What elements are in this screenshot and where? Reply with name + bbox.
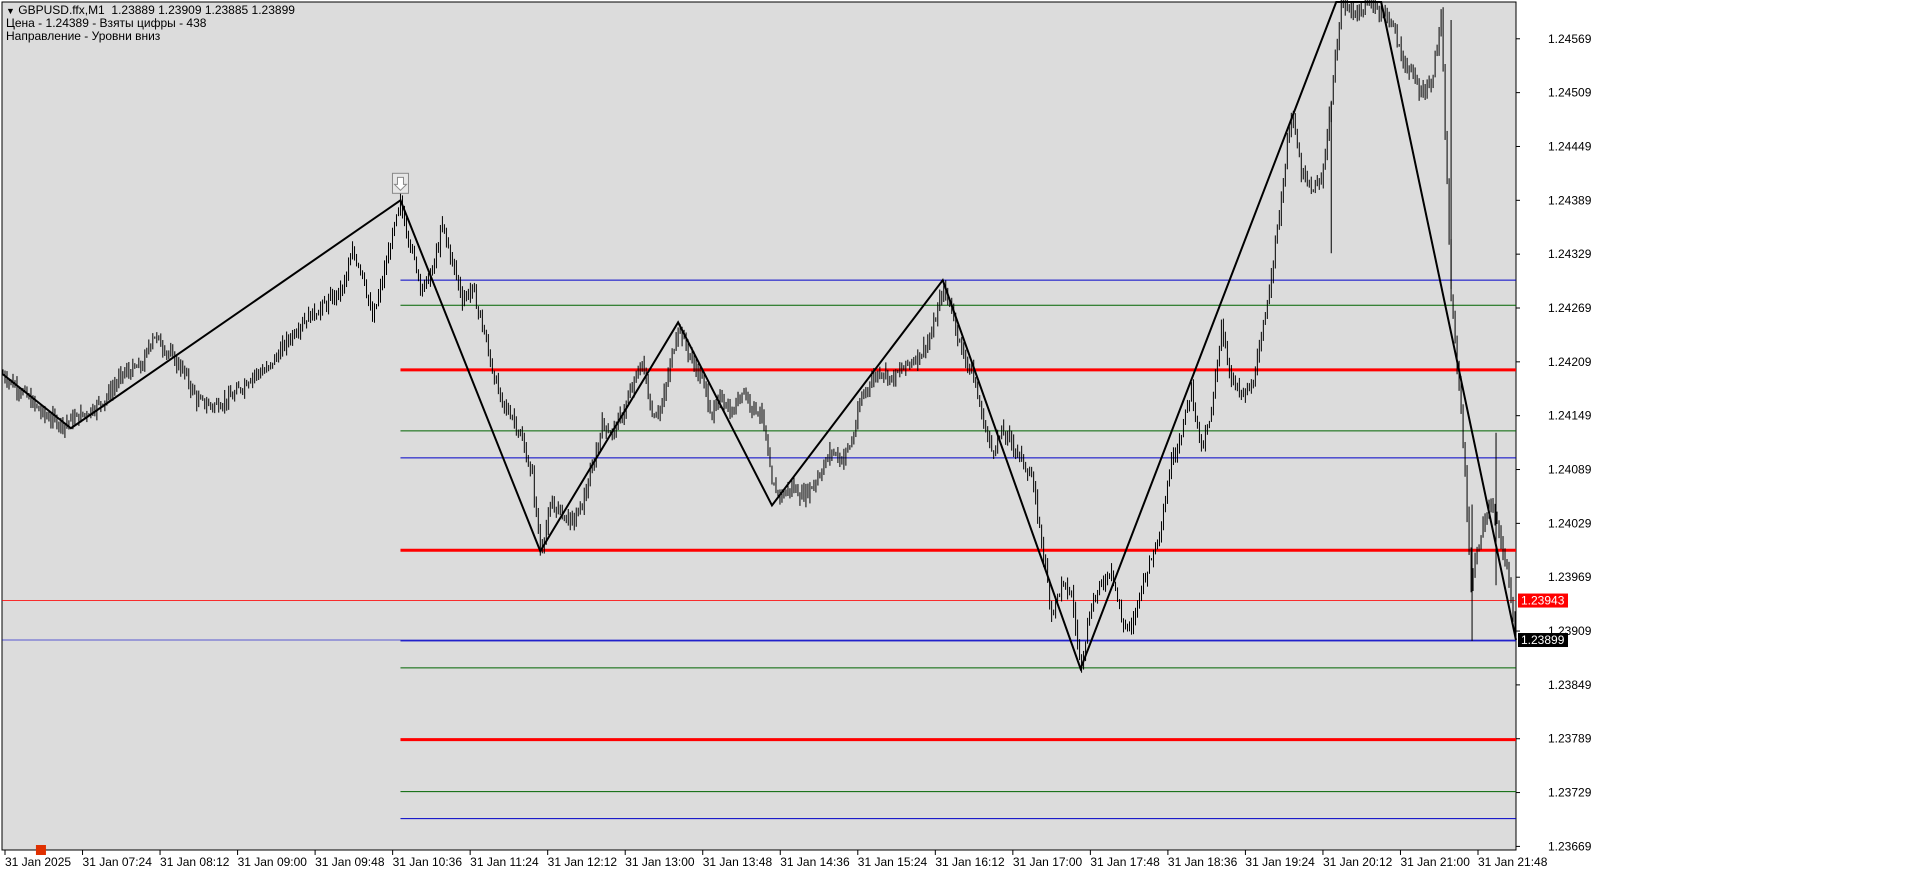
current-price-label: 1.23899 <box>1521 633 1565 647</box>
y-tick-label: 1.24329 <box>1548 247 1592 261</box>
x-tick-label: 31 Jan 09:48 <box>315 855 385 869</box>
bid-price-label: 1.23943 <box>1521 594 1565 608</box>
y-tick-label: 1.23729 <box>1548 786 1592 800</box>
x-tick-label: 31 Jan 19:24 <box>1245 855 1315 869</box>
x-tick-label: 31 Jan 21:48 <box>1478 855 1548 869</box>
x-tick-label: 31 Jan 10:36 <box>393 855 463 869</box>
sell-arrow-icon <box>391 172 409 194</box>
x-tick-label: 31 Jan 07:24 <box>83 855 153 869</box>
x-tick-label: 31 Jan 20:12 <box>1323 855 1393 869</box>
x-tick-label: 31 Jan 12:12 <box>548 855 618 869</box>
y-tick-label: 1.23789 <box>1548 732 1592 746</box>
x-tick-label: 31 Jan 13:00 <box>625 855 695 869</box>
y-tick-label: 1.24569 <box>1548 32 1592 46</box>
signal-marker <box>35 845 46 855</box>
y-tick-label: 1.24209 <box>1548 355 1592 369</box>
x-tick-label: 31 Jan 11:24 <box>470 855 539 869</box>
x-tick-label: 31 Jan 18:36 <box>1168 855 1238 869</box>
x-tick-label: 31 Jan 14:36 <box>780 855 850 869</box>
x-tick-label: 31 Jan 09:00 <box>238 855 308 869</box>
y-tick-label: 1.23849 <box>1548 678 1592 692</box>
y-tick-label: 1.23969 <box>1548 570 1592 584</box>
y-tick-label: 1.23669 <box>1548 839 1592 853</box>
price-chart[interactable]: 1.24569 1.24509 1.24449 1.24389 1.24329 1.242… <box>0 0 1916 874</box>
y-tick-label: 1.24089 <box>1548 463 1592 477</box>
x-tick-label: 31 Jan 16:12 <box>935 855 1005 869</box>
collapse-triangle-icon[interactable]: ▼ <box>6 6 15 16</box>
x-tick-label: 31 Jan 15:24 <box>858 855 928 869</box>
y-tick-label: 1.24269 <box>1548 301 1592 315</box>
x-tick-label: 31 Jan 2025 <box>5 855 71 869</box>
y-tick-label: 1.24149 <box>1548 409 1592 423</box>
indicator-direction-info: Направление - Уровни вниз <box>6 29 161 43</box>
y-tick-label: 1.24509 <box>1548 86 1592 100</box>
y-tick-label: 1.24449 <box>1548 139 1592 153</box>
x-tick-label: 31 Jan 17:00 <box>1013 855 1083 869</box>
symbol-label: GBPUSD.ffx,M1 <box>18 3 105 17</box>
ohlc-values: 1.23889 1.23909 1.23885 1.23899 <box>111 3 295 17</box>
x-tick-label: 31 Jan 21:00 <box>1400 855 1470 869</box>
y-tick-label: 1.24029 <box>1548 516 1592 530</box>
y-tick-label: 1.24389 <box>1548 193 1592 207</box>
x-tick-label: 31 Jan 13:48 <box>703 855 773 869</box>
x-tick-label: 31 Jan 17:48 <box>1090 855 1160 869</box>
x-tick-label: 31 Jan 08:12 <box>160 855 230 869</box>
